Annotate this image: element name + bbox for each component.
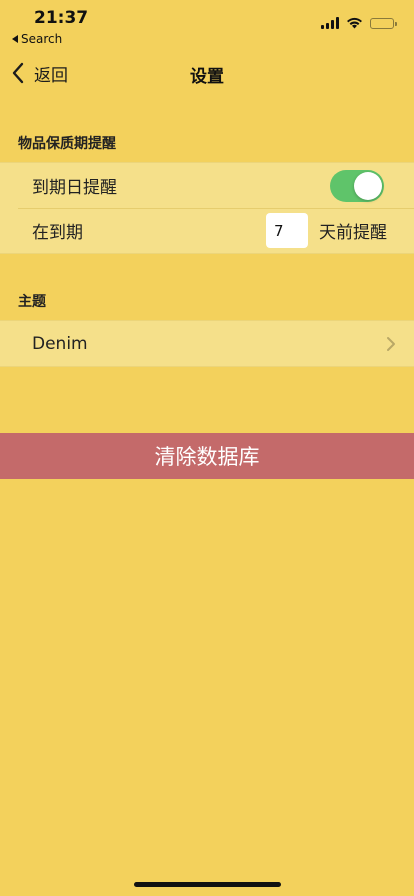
expiry-settings-group: 到期日提醒 在到期 天前提醒 xyxy=(0,162,414,254)
days-suffix-label: 天前提醒 xyxy=(319,223,387,243)
status-bar: 21:37 Search xyxy=(0,0,414,48)
section-header-theme: 主题 xyxy=(18,294,46,310)
expiry-reminder-row: 到期日提醒 xyxy=(0,163,414,208)
days-before-row: 在到期 天前提醒 xyxy=(0,208,414,253)
expiry-reminder-label: 到期日提醒 xyxy=(32,178,117,198)
theme-row[interactable]: Denim xyxy=(0,321,414,366)
settings-screen: 21:37 Search 返回 设置 物品保质期提醒 到期日提醒 在到期 7 天… xyxy=(0,0,414,896)
theme-value-label: Denim xyxy=(32,333,88,354)
back-triangle-icon xyxy=(12,35,18,43)
chevron-right-icon xyxy=(387,336,395,351)
expiry-reminder-toggle[interactable] xyxy=(330,169,384,202)
theme-settings-group: Denim xyxy=(0,320,414,367)
cellular-signal-icon xyxy=(321,17,339,29)
page-title: 设置 xyxy=(190,67,224,87)
days-prefix-label: 在到期 xyxy=(32,223,83,243)
clear-database-button[interactable]: 清除数据库 xyxy=(0,433,414,479)
wifi-icon xyxy=(347,17,362,29)
section-header-expiry: 物品保质期提醒 xyxy=(18,136,116,152)
navigation-bar: 返回 设置 xyxy=(0,52,414,96)
days-before-input[interactable] xyxy=(266,213,308,248)
status-back-label: Search xyxy=(21,32,63,46)
toggle-knob xyxy=(354,171,382,200)
status-back-to-app[interactable]: Search xyxy=(12,32,62,46)
home-indicator xyxy=(134,882,281,887)
status-time: 21:37 xyxy=(34,8,89,28)
battery-icon xyxy=(370,17,397,29)
status-icons xyxy=(321,17,397,29)
